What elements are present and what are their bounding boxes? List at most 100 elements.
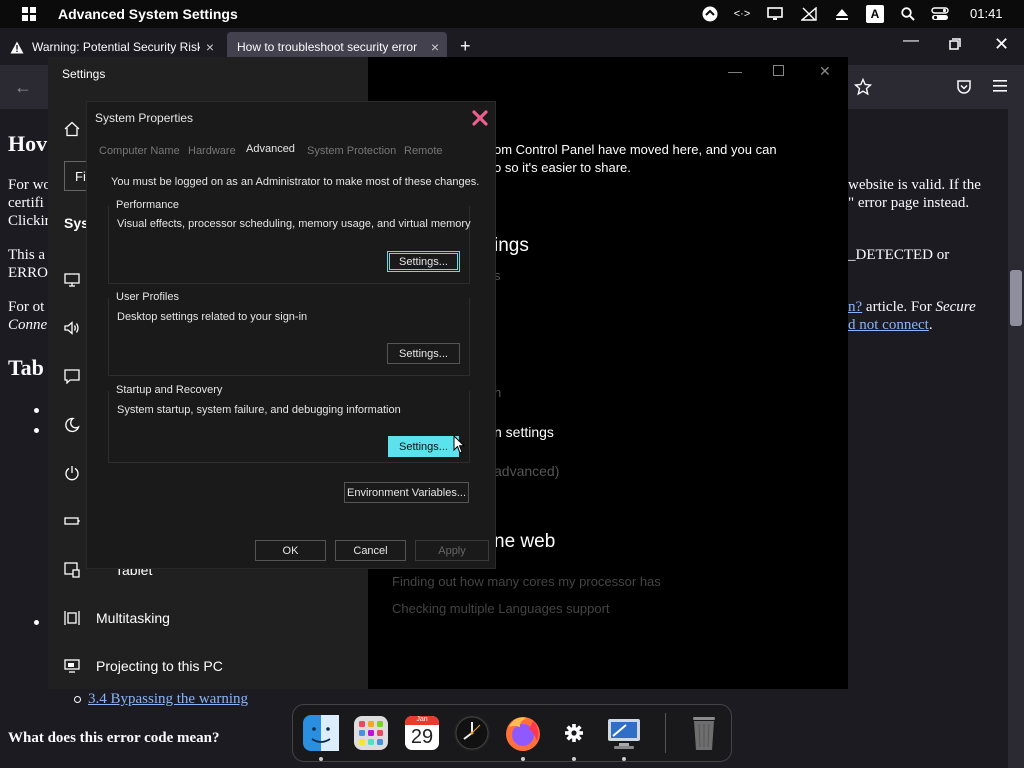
tab-advanced[interactable]: Advanced: [246, 143, 295, 155]
active-window-title: Advanced System Settings: [58, 6, 238, 22]
paragraph-fragment: _DETECTED or: [848, 247, 950, 263]
warning-icon: [10, 41, 24, 54]
sidebar-item-label: Multitasking: [96, 610, 170, 626]
system-top-bar: Advanced System Settings <·> A 01:41: [0, 0, 1024, 28]
running-indicator: [572, 757, 576, 761]
help-link-languages[interactable]: Checking multiple Languages support: [392, 601, 610, 616]
settings-link-dim[interactable]: advanced): [494, 463, 559, 479]
help-from-web-heading: ne web: [494, 531, 556, 552]
startup-recovery-label: Startup and Recovery: [116, 384, 223, 396]
settings-close-icon[interactable]: ✕: [819, 63, 831, 80]
pocket-icon[interactable]: [956, 79, 972, 95]
network-off-icon[interactable]: [800, 5, 818, 23]
performance-description: Visual effects, processor scheduling, me…: [117, 218, 471, 230]
bullet: [34, 428, 39, 433]
article-link[interactable]: n?: [848, 299, 862, 315]
paragraph-fragment: This a: [8, 247, 46, 263]
tab-computer-name[interactable]: Computer Name: [99, 145, 180, 157]
dialog-close-icon[interactable]: [472, 110, 488, 126]
section-heading: What does this error code mean?: [8, 730, 220, 746]
keyboard-layout-indicator[interactable]: A: [866, 5, 884, 23]
sound-icon[interactable]: [64, 321, 80, 335]
performance-label: Performance: [116, 199, 179, 211]
trash-icon[interactable]: [684, 713, 724, 753]
cancel-button[interactable]: Cancel: [335, 540, 406, 561]
performance-settings-button[interactable]: Settings...: [387, 251, 460, 272]
paragraph-fragment: For ot: [8, 299, 45, 315]
menu-hamburger-icon[interactable]: [992, 79, 1008, 93]
settings-minimize-icon[interactable]: —: [728, 63, 742, 79]
display-icon[interactable]: [766, 5, 784, 23]
back-arrow-icon[interactable]: ←: [14, 77, 32, 98]
settings-window-title: Settings: [62, 67, 106, 81]
user-profiles-description: Desktop settings related to your sign-in: [117, 311, 308, 323]
launchpad-icon[interactable]: [351, 713, 391, 753]
ok-button[interactable]: OK: [255, 540, 326, 561]
remote-desktop-icon[interactable]: [604, 713, 644, 753]
sidebar-item-label: Projecting to this PC: [96, 658, 223, 674]
admin-note: You must be logged on as an Administrato…: [111, 176, 480, 188]
notifications-icon[interactable]: [64, 369, 80, 384]
new-tab-icon[interactable]: +: [460, 36, 471, 57]
sidebar-item-projecting[interactable]: Projecting to this PC: [62, 656, 223, 676]
mouse-cursor-icon: [453, 435, 465, 455]
calendar-month: Jan: [416, 716, 428, 723]
tab-close-icon[interactable]: ×: [206, 39, 214, 55]
display-icon[interactable]: [64, 273, 80, 287]
scrollbar-thumb[interactable]: [1010, 270, 1022, 326]
related-settings-heading: ings: [494, 235, 529, 256]
system-properties-dialog: System Properties Computer Name Hardware…: [86, 101, 496, 569]
power-icon[interactable]: [64, 465, 80, 481]
bullet: [34, 620, 39, 625]
control-center-icon[interactable]: [931, 5, 949, 23]
article-link[interactable]: d not connect: [848, 317, 929, 333]
startup-recovery-description: System startup, system failure, and debu…: [117, 404, 401, 416]
tab-remote[interactable]: Remote: [404, 145, 443, 157]
clock-icon[interactable]: [452, 713, 492, 753]
settings-info-text: om Control Panel have moved here, and yo…: [494, 142, 777, 157]
home-icon[interactable]: [64, 121, 80, 137]
bullet: [34, 408, 39, 413]
apply-button[interactable]: Apply: [415, 540, 489, 561]
restore-icon[interactable]: [949, 38, 961, 50]
close-window-icon[interactable]: ✕: [994, 34, 1009, 55]
sidebar-item-multitasking[interactable]: Multitasking: [62, 608, 170, 628]
running-indicator: [622, 757, 626, 761]
eject-icon[interactable]: [833, 5, 851, 23]
environment-variables-button[interactable]: Environment Variables...: [344, 482, 469, 503]
dock: Jan 29: [292, 704, 732, 762]
tab-hardware[interactable]: Hardware: [188, 145, 236, 157]
battery-icon[interactable]: [64, 516, 80, 526]
tablet-icon: [62, 560, 82, 580]
tab-label: Warning: Potential Security Risk: [32, 40, 200, 54]
tab-close-icon[interactable]: ×: [431, 39, 439, 55]
settings-maximize-icon[interactable]: [773, 65, 784, 76]
paragraph-fragment: Clickir: [8, 213, 50, 229]
startup-recovery-settings-button[interactable]: Settings...: [388, 436, 459, 457]
settings-gear-icon[interactable]: [554, 713, 594, 753]
dialog-title: System Properties: [95, 111, 194, 125]
help-link-cores[interactable]: Finding out how many cores my processor …: [392, 574, 661, 589]
search-icon[interactable]: [899, 5, 917, 23]
finder-icon[interactable]: [301, 713, 341, 753]
running-indicator: [521, 757, 525, 761]
firefox-icon[interactable]: [503, 713, 543, 753]
page-scrollbar[interactable]: [1008, 109, 1024, 768]
user-profiles-settings-button[interactable]: Settings...: [387, 343, 460, 364]
paragraph-fragment: d not connect.: [848, 317, 933, 333]
paragraph-fragment: website is valid. If the: [848, 177, 981, 193]
windows-start-icon[interactable]: [20, 5, 38, 23]
remote-connection-icon[interactable]: <·>: [733, 5, 751, 23]
settings-link[interactable]: n settings: [494, 424, 554, 440]
minimize-icon[interactable]: —: [903, 32, 919, 50]
bookmark-star-icon[interactable]: [854, 78, 872, 96]
toc-heading: Tab: [8, 355, 44, 380]
focus-assist-icon[interactable]: [64, 417, 80, 433]
tab-system-protection[interactable]: System Protection: [307, 145, 396, 157]
calendar-icon[interactable]: Jan 29: [402, 713, 442, 753]
settings-info-text: o so it's easier to share.: [494, 160, 631, 175]
toc-link-bypassing[interactable]: 3.4 Bypassing the warning: [88, 691, 248, 708]
clock[interactable]: 01:41: [970, 6, 1003, 21]
user-profiles-label: User Profiles: [116, 291, 179, 303]
update-icon[interactable]: [701, 5, 719, 23]
